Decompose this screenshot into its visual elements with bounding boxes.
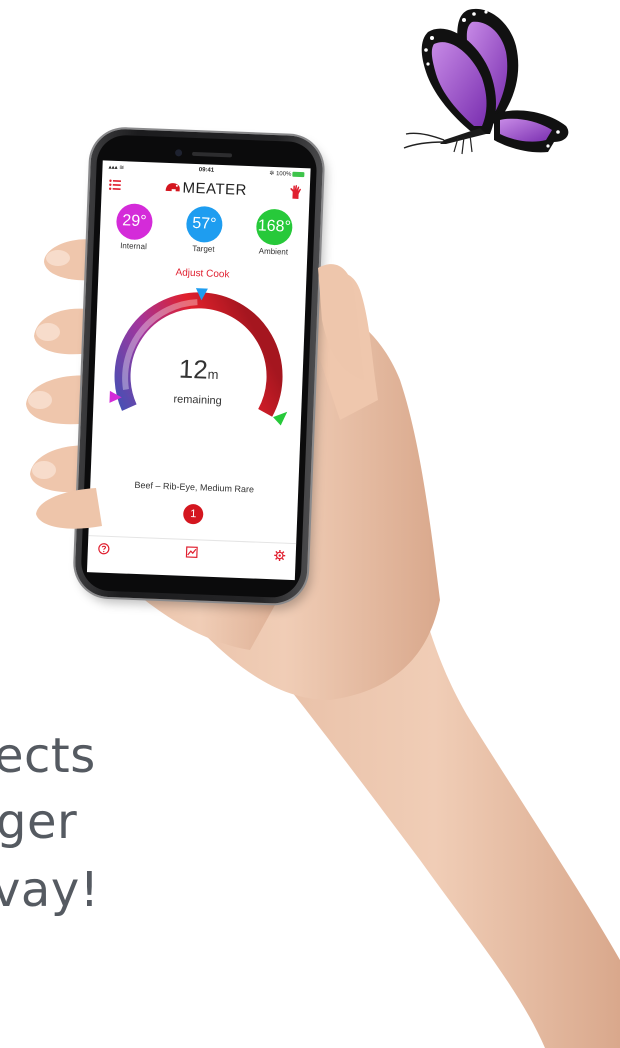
ambient-temp: 168° Ambient	[243, 208, 305, 257]
time-remaining-unit: m	[207, 366, 219, 383]
ambient-marker-icon	[273, 411, 288, 426]
target-temp[interactable]: 57° Target	[173, 205, 235, 254]
ambient-temp-label: Ambient	[258, 246, 289, 257]
internal-temp-label: Internal	[119, 241, 148, 252]
time-remaining-value: 12	[178, 353, 209, 385]
battery-text: ✲ 100%	[269, 170, 292, 178]
ambient-temp-value: 168°	[255, 208, 294, 246]
target-temp-label: Target	[192, 243, 215, 254]
earpiece-speaker	[192, 151, 233, 158]
temperature-readouts: 29° Internal 57° Target 168° Ambient	[99, 202, 309, 270]
bottom-nav	[87, 535, 297, 569]
internal-temp: 29° Internal	[103, 203, 165, 252]
battery-indicator: ✲ 100%	[269, 170, 305, 178]
battery-icon	[292, 171, 305, 178]
target-temp-value[interactable]: 57°	[185, 205, 224, 244]
app-screen: ▴▴▴ ≋ 09:41 ✲ 100% MEATER 29° Internal 5…	[86, 160, 311, 581]
alert-bell-button[interactable]: 1	[182, 503, 204, 525]
front-camera-icon	[174, 149, 183, 157]
help-icon[interactable]	[98, 543, 110, 555]
meater-logo-icon	[165, 183, 180, 192]
app-brand: MEATER	[101, 176, 309, 201]
settings-icon[interactable]	[274, 549, 286, 562]
smartphone: ▴▴▴ ≋ 09:41 ✲ 100% MEATER 29° Internal 5…	[74, 128, 392, 619]
graph-icon[interactable]	[185, 546, 198, 558]
glove-icon[interactable]	[289, 185, 302, 199]
cook-description: Beef – Rib-Eye, Medium Rare	[134, 479, 255, 495]
brand-name: MEATER	[182, 179, 248, 199]
alert-count: 1	[189, 508, 197, 521]
internal-temp-value: 29°	[115, 203, 154, 241]
